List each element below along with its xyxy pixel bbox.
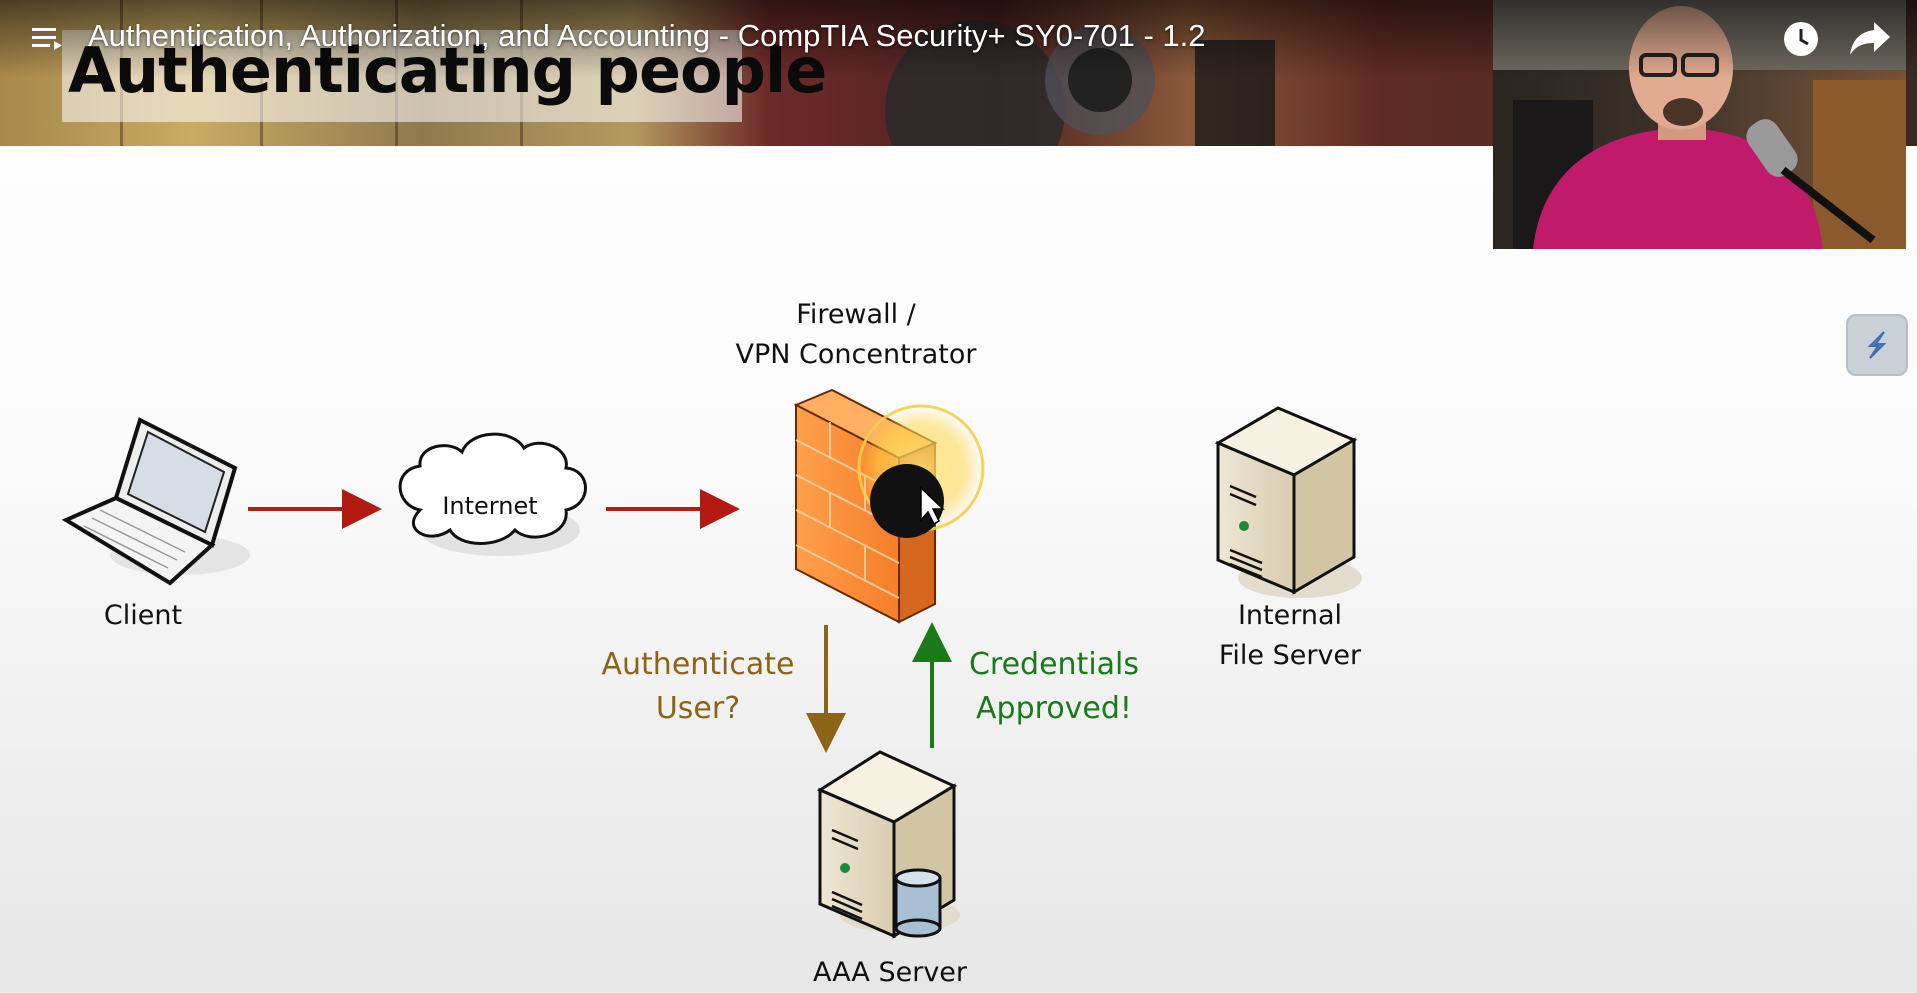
lightning-icon[interactable] [1846, 314, 1908, 376]
aaa-server-icon [816, 750, 960, 939]
client-label: Client [103, 600, 183, 631]
credentials-label-line2: Approved! [976, 691, 1132, 726]
client-laptop-icon [61, 417, 250, 586]
playlist-icon[interactable] [32, 26, 62, 52]
file-server-label-line2: File Server [1218, 640, 1362, 671]
authenticate-label-line1: Authenticate [601, 647, 795, 682]
credentials-label-line1: Credentials [968, 647, 1140, 682]
internet-label: Internet [442, 492, 538, 520]
cursor-highlight [857, 404, 985, 538]
authenticate-label-line2: User? [655, 691, 741, 726]
firewall-label-line2: VPN Concentrator [735, 339, 977, 370]
file-server-label-line1: Internal [1237, 600, 1343, 631]
aaa-server-label: AAA Server [812, 957, 968, 988]
internal-file-server-icon [1214, 406, 1362, 598]
clock-icon[interactable] [1782, 20, 1820, 58]
database-icon [894, 868, 942, 938]
share-arrow-icon[interactable] [1848, 18, 1892, 58]
video-title[interactable]: Authentication, Authorization, and Accou… [88, 18, 1206, 54]
player-top-bar: Authentication, Authorization, and Accou… [0, 0, 1917, 78]
firewall-label-line1: Firewall / [796, 299, 916, 330]
